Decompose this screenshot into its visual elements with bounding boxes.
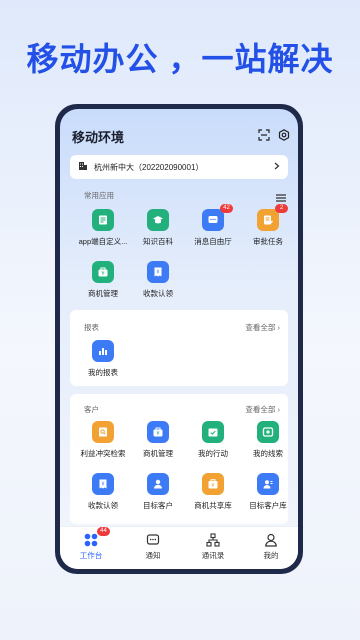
customer-lib-icon: [257, 473, 279, 495]
top-bar: 移动环境: [60, 125, 298, 147]
svg-text:¥: ¥: [211, 483, 214, 489]
tab-label: 通知: [145, 551, 161, 560]
app-item[interactable]: 知识百科: [130, 209, 186, 247]
svg-text:¥: ¥: [156, 431, 159, 437]
app-label: 知识百科: [143, 237, 173, 246]
app-label: 目标客户: [143, 501, 173, 510]
scan-icon[interactable]: [256, 127, 272, 143]
app-item[interactable]: ¥ 商机管理: [75, 261, 131, 299]
app-title: 移动环境: [72, 130, 125, 145]
app-item[interactable]: 目标客户: [130, 473, 186, 511]
search-doc-icon: [92, 421, 114, 443]
organization-selector[interactable]: 杭州新中大（202202090001）: [70, 155, 288, 179]
app-item[interactable]: 我的行动: [185, 421, 241, 459]
reports-title: 报表: [84, 323, 99, 332]
share-lib-icon: ¥: [202, 473, 224, 495]
organization-name: 杭州新中大（202202090001）: [94, 162, 204, 172]
app-item[interactable]: 42 消息自由厅: [185, 204, 241, 247]
app-label: 商机管理: [143, 449, 173, 458]
graduation-cap-icon: [147, 209, 169, 231]
message-icon: [146, 533, 160, 547]
target-user-icon: [147, 473, 169, 495]
app-item[interactable]: 我的线索: [240, 421, 296, 459]
receipt-icon: ¥: [147, 261, 169, 283]
user-icon: [264, 533, 278, 547]
tab-label: 通讯录: [201, 551, 225, 560]
app-item[interactable]: app端自定义...: [75, 209, 131, 247]
reports-see-all[interactable]: 查看全部 ›: [245, 322, 280, 333]
phone-screen: 移动环境 杭州新中大（202202090001） 常用应用 app端自定义...…: [60, 109, 298, 569]
tab-label: 我的: [263, 551, 279, 560]
customers-see-all[interactable]: 查看全部 ›: [245, 404, 280, 415]
tab-contacts[interactable]: 通讯录: [188, 533, 238, 561]
money-bag-icon: ¥: [92, 261, 114, 283]
app-label: 审批任务: [253, 237, 283, 246]
svg-text:¥: ¥: [156, 270, 159, 276]
app-label: 我的行动: [198, 449, 228, 458]
org-chart-icon: [206, 533, 220, 547]
app-item[interactable]: ¥ 收款认领: [75, 473, 131, 511]
app-label: 商机管理: [88, 289, 118, 298]
form-icon: [92, 209, 114, 231]
app-label: 我的报表: [88, 368, 118, 377]
tab-notifications[interactable]: 通知: [128, 533, 178, 561]
money-bag-icon: ¥: [147, 421, 169, 443]
headline: 移动办公 ，一站解决: [26, 41, 334, 77]
tab-workbench[interactable]: 44 工作台: [66, 527, 116, 561]
app-item[interactable]: 目标客户库: [240, 473, 296, 511]
app-label: 我的线索: [253, 449, 283, 458]
app-item[interactable]: 我的报表: [75, 340, 131, 378]
app-label: 目标客户库: [249, 501, 287, 510]
settings-icon[interactable]: [276, 127, 292, 143]
notification-badge: 2: [275, 204, 288, 213]
phone-frame: 移动环境 杭州新中大（202202090001） 常用应用 app端自定义...…: [55, 104, 303, 574]
app-item[interactable]: ¥ 商机共享库: [185, 473, 241, 511]
grid-apps-icon: 44: [84, 527, 110, 547]
svg-text:¥: ¥: [101, 271, 104, 277]
bar-chart-icon: [92, 340, 114, 362]
app-label: 利益冲突检索: [80, 449, 126, 458]
app-label: app端自定义...: [78, 237, 128, 246]
building-icon: [78, 161, 88, 173]
app-label: 收款认领: [143, 289, 173, 298]
tab-me[interactable]: 我的: [246, 533, 296, 561]
chat-icon: 42: [202, 204, 233, 231]
customers-title: 客户: [84, 405, 99, 414]
app-item[interactable]: 2 审批任务: [240, 204, 296, 247]
common-apps-title: 常用应用: [84, 191, 114, 200]
document-edit-icon: 2: [257, 204, 288, 231]
app-item[interactable]: 利益冲突检索: [75, 421, 131, 459]
calendar-check-icon: [202, 421, 224, 443]
app-label: 商机共享库: [194, 501, 232, 510]
app-label: 收款认领: [88, 501, 118, 510]
workbench-badge: 44: [97, 527, 110, 536]
receipt-icon: ¥: [92, 473, 114, 495]
tab-label: 工作台: [79, 551, 103, 560]
app-item[interactable]: ¥ 商机管理: [130, 421, 186, 459]
chevron-right-icon: [274, 162, 280, 172]
clue-icon: [257, 421, 279, 443]
app-label: 消息自由厅: [194, 237, 232, 246]
notification-badge: 42: [220, 204, 233, 213]
bottom-tab-bar: 44 工作台 通知 通讯录 我的: [60, 526, 298, 569]
svg-text:¥: ¥: [101, 482, 104, 488]
app-item[interactable]: ¥ 收款认领: [130, 261, 186, 299]
